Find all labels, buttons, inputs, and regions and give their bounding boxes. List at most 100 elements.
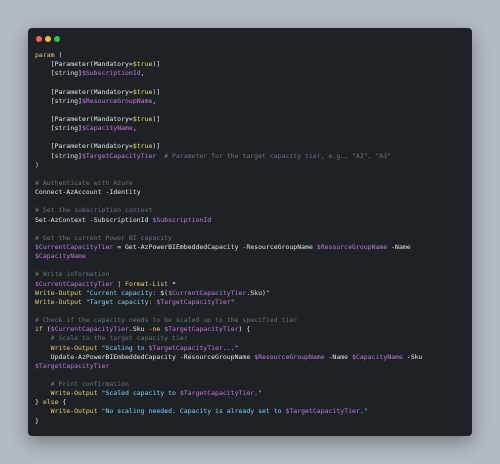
code-token-keyword: Write-Output — [35, 407, 98, 416]
code-token-var: $TargetCapacityTier — [35, 361, 110, 370]
code-token-keyword: Write-Output — [35, 343, 98, 352]
close-dot-icon[interactable] — [36, 36, 42, 42]
code-line: # Authenticate with Azure — [35, 179, 468, 188]
code-token-var: $TargetCapacityTier — [148, 343, 223, 352]
code-token-bool: $true — [132, 114, 153, 123]
code-token-var: $CurrentCapacityTier — [35, 242, 114, 251]
code-line: Write-Output "Target capacity: $TargetCa… — [35, 298, 468, 307]
code-token-string: ." — [254, 389, 262, 398]
code-token-bool: $true — [132, 87, 153, 96]
code-line: [string]$ResourceGroupName, — [35, 97, 468, 106]
code-line: [Parameter(Mandatory=$true)] — [35, 142, 468, 151]
code-token-keyword: if — [35, 325, 43, 334]
code-line: # Scale to the target capacity tier — [35, 334, 468, 343]
code-line: [string]$CapacityName, — [35, 124, 468, 133]
code-token-keyword: param — [35, 51, 55, 59]
code-token-text: Set-AzContext -SubscriptionId — [35, 215, 153, 224]
code-token-text: )] — [152, 142, 161, 151]
code-line: # Check if the capacity needs to be scal… — [35, 316, 468, 325]
code-line: $CurrentCapacityTier = Get-AzPowerBIEmbe… — [35, 243, 468, 252]
code-line: # Set the subscription context — [35, 206, 468, 215]
code-line: $CurrentCapacityTier | Format-List * — [35, 280, 468, 289]
code-token-text: [string] — [35, 124, 82, 133]
code-line: # Write information — [35, 270, 468, 279]
code-token-keyword: else — [42, 398, 59, 407]
code-token-var: $CapacityName — [81, 124, 133, 133]
code-line: Write-Output "No scaling needed. Capacit… — [35, 407, 468, 416]
code-token-var: $ResourceGroupName — [316, 242, 388, 251]
code-token-var: $CapacityName — [35, 252, 86, 261]
code-token-text: [Parameter(Mandatory= — [35, 142, 133, 151]
code-token-var: $TargetCapacityTier — [179, 389, 255, 398]
code-token-text: | — [113, 279, 126, 288]
code-token-text: [Parameter(Mandatory= — [35, 60, 133, 69]
code-token-text: -Sku — [402, 352, 423, 361]
code-token-var: $SubscriptionId — [81, 69, 141, 78]
code-token-keyword: -ne — [148, 325, 161, 334]
code-token-text: , — [152, 96, 157, 105]
code-token-comment: # Get the current Power BI capacity — [35, 233, 172, 242]
code-token-var: $ResourceGroupName — [81, 96, 153, 105]
code-line: [string]$TargetCapacityTier # Parameter … — [35, 152, 468, 161]
code-token-var: $CurrentCapacityTier — [35, 279, 114, 288]
code-token-var: $TargetCapacityTier — [164, 325, 239, 334]
code-token-text: -Name — [387, 242, 411, 251]
code-token-text: } — [35, 416, 39, 425]
code-token-var: $TargetCapacityTier — [285, 407, 360, 416]
code-line: $TargetCapacityTier — [35, 362, 468, 371]
code-line: } — [35, 417, 468, 426]
code-token-bool: $true — [132, 60, 153, 69]
code-token-text: )] — [152, 114, 161, 123]
code-token-var: $CapacityName — [352, 352, 403, 361]
code-token-string: "Scaling to — [97, 343, 149, 352]
code-token-comment: # Print confirmation — [35, 380, 129, 389]
code-block: param ( [Parameter(Mandatory=$true)] [st… — [35, 51, 468, 426]
maximize-dot-icon[interactable] — [54, 36, 60, 42]
code-token-text: * — [168, 279, 176, 288]
code-token-text: ) { — [238, 325, 251, 334]
code-token-text: , — [140, 69, 145, 78]
window-titlebar — [28, 28, 472, 48]
code-token-text: $( — [160, 288, 169, 297]
code-line: Write-Output "Scaling to $TargetCapacity… — [35, 344, 468, 353]
code-line: [Parameter(Mandatory=$true)] — [35, 60, 468, 69]
code-token-text: [string] — [35, 151, 82, 160]
code-token-var: $TargetCapacityTier — [156, 297, 231, 306]
code-line: Connect-AzAccount -Identity — [35, 188, 468, 197]
code-token-text: [string] — [35, 96, 82, 105]
code-token-comment: # Scale to the target capacity tier — [35, 334, 188, 343]
code-token-text: Connect-AzAccount -Identity — [35, 188, 141, 197]
code-token-text: { — [58, 398, 67, 407]
code-token-text: = Get-AzPowerBIEmbeddedCapacity -Resourc… — [113, 242, 317, 251]
code-line: Write-Output "Scaled capacity to $Target… — [35, 389, 468, 398]
code-token-string: ..." — [222, 343, 239, 352]
code-token-text: Update-AzPowerBIEmbeddedCapacity -Resour… — [35, 352, 255, 361]
code-token-text: , — [132, 124, 137, 133]
code-token-string: "Target capacity: — [81, 297, 157, 306]
code-token-var: $ResourceGroupName — [254, 352, 325, 361]
code-token-text: [string] — [35, 69, 82, 78]
code-token-string: " — [230, 297, 235, 306]
code-line: ) — [35, 161, 468, 170]
code-token-text: )] — [152, 60, 161, 69]
minimize-dot-icon[interactable] — [45, 36, 51, 42]
code-line: [string]$SubscriptionId, — [35, 69, 468, 78]
code-token-text: .Sku — [128, 325, 149, 334]
code-token-keyword: Format-List — [125, 279, 169, 288]
code-token-comment: # Write information — [35, 270, 110, 279]
code-token-var: $SubscriptionId — [152, 215, 212, 224]
code-token-string: "No scaling needed. Capacity is already … — [97, 407, 286, 416]
code-token-text: [Parameter(Mandatory= — [35, 114, 133, 123]
code-token-keyword: Write-Output — [35, 297, 82, 306]
code-token-keyword: Write-Output — [35, 389, 98, 398]
code-token-comment: # Set the subscription context — [35, 206, 153, 215]
code-token-keyword: Write-Output — [35, 288, 82, 297]
code-token-bool: $true — [132, 142, 153, 151]
code-line: # Print confirmation — [35, 380, 468, 389]
code-token-var: $CurrentCapacityTier — [50, 325, 129, 334]
